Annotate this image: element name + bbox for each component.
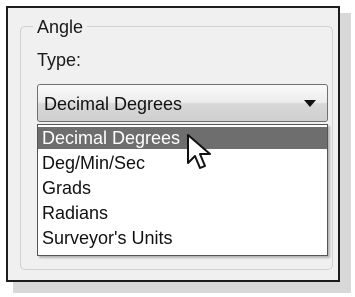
- option-decimal-degrees[interactable]: Decimal Degrees: [38, 127, 327, 149]
- option-radians[interactable]: Radians: [38, 202, 327, 224]
- angle-type-selected-value: Decimal Degrees: [44, 94, 183, 114]
- option-grads[interactable]: Grads: [38, 177, 327, 199]
- angle-type-dropdown-list: Decimal Degrees Deg/Min/Sec Grads Radian…: [37, 124, 328, 256]
- option-deg-min-sec[interactable]: Deg/Min/Sec: [38, 152, 327, 174]
- type-label: Type:: [37, 50, 82, 70]
- angle-type-select[interactable]: Decimal Degrees: [37, 84, 328, 122]
- option-surveyors-units[interactable]: Surveyor's Units: [38, 227, 327, 249]
- chevron-down-icon[interactable]: [304, 100, 316, 107]
- angle-group-title: Angle: [33, 17, 88, 37]
- mouse-pointer-icon: [187, 134, 211, 169]
